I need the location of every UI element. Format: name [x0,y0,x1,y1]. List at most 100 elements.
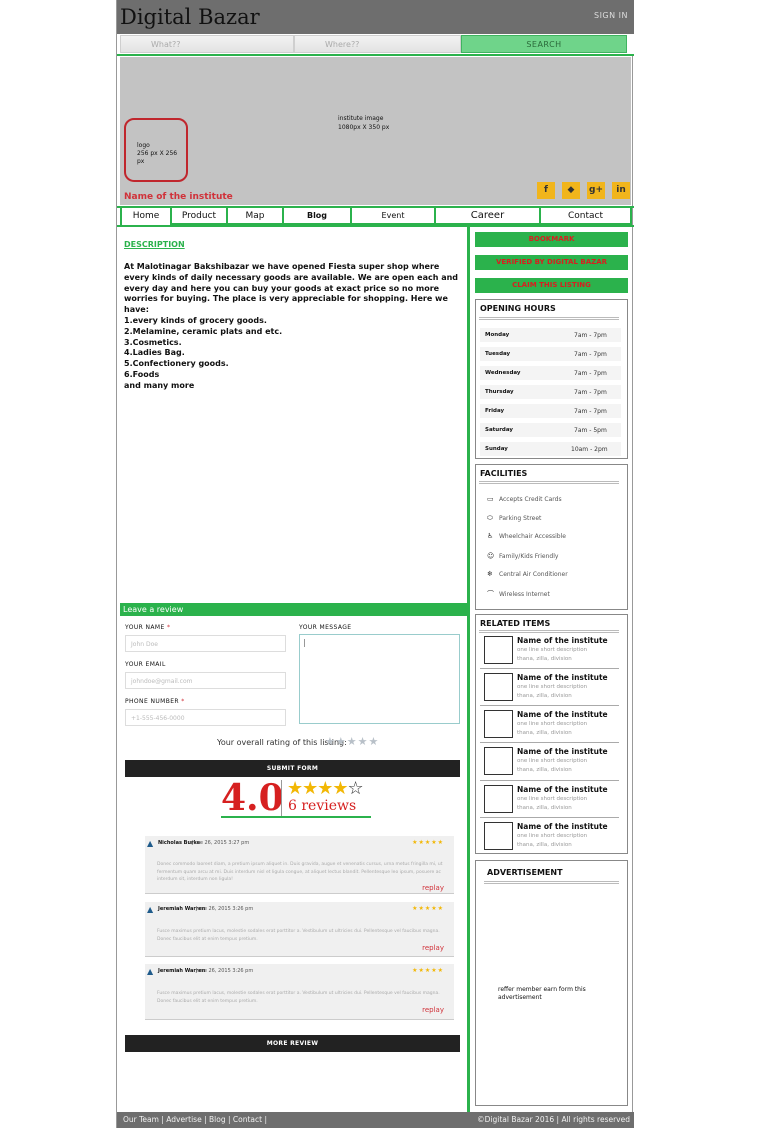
sign-in-link[interactable]: SIGN IN [594,11,628,20]
column-divider [467,227,470,1112]
tab-event[interactable]: Event [350,208,436,225]
related-thumbnail[interactable] [484,710,513,738]
related-items-title: RELATED ITEMS [480,619,551,628]
related-name[interactable]: Name of the institute [517,673,608,682]
phone-label-text: PHONE NUMBER [125,698,179,705]
google-plus-icon[interactable]: g+ [587,182,605,199]
related-location: thana, zilla, division [517,656,572,662]
hours-day: Wednesday [485,370,521,376]
submit-form-button[interactable]: SUBMIT FORM [125,760,460,777]
facebook-icon[interactable]: f [537,182,555,199]
related-divider [480,742,619,743]
tab-contact[interactable]: Contact [539,208,632,225]
email-field[interactable]: johndoe@gmail.com [125,672,286,689]
tab-blog[interactable]: Blog [282,208,352,225]
hours-time: 7am - 5pm [574,427,607,434]
facility-item: ❄ Central Air Conditioner [487,570,568,578]
reply-link[interactable]: replay [422,1006,444,1014]
advertisement-text[interactable]: reffer member earn form this advertiseme… [498,986,627,1002]
phone-label: PHONE NUMBER * [125,698,185,705]
institute-name: Name of the institute [124,192,233,202]
panel-rule [479,630,619,631]
credit-card-icon: ▭ [487,495,494,503]
copyright: ©Digital Bazar 2016 | All rights reserve… [477,1115,630,1124]
message-field[interactable]: | [299,634,460,724]
reply-link[interactable]: replay [422,944,444,952]
bookmark-button[interactable]: BOOKMARK [475,232,628,247]
facilities-title: FACILITIES [480,469,528,478]
related-location: thana, zilla, division [517,767,572,773]
review-text: Fusce maximus pretium lacus, molestie so… [157,991,440,1004]
panel-rule [479,319,619,320]
facility-item: ⌒ Wireless Internet [487,589,550,599]
related-name[interactable]: Name of the institute [517,710,608,719]
reply-link[interactable]: replay [422,884,444,892]
hours-time: 7am - 7pm [574,370,607,377]
description-line: 6.Foods [124,369,160,379]
facilities-panel: FACILITIES ▭ Accepts Credit Cards ⬭ Parkin… [475,464,628,610]
search-button[interactable]: SEARCH [461,35,627,53]
rating-stars-input[interactable]: ★★★★★ [325,735,379,748]
related-desc: one line short description [517,796,588,802]
wifi-icon: ⌒ [487,590,494,598]
related-thumbnail[interactable] [484,636,513,664]
tab-map[interactable]: Map [226,208,284,225]
hours-time: 7am - 7pm [574,389,607,396]
top-bar: Digital Bazar SIGN IN [117,0,634,34]
family-icon: ☺ [487,552,495,560]
phone-field[interactable]: +1-555-456-0000 [125,709,286,726]
footer-link-team[interactable]: Our Team [123,1115,159,1124]
description-line: 5.Confectionery goods. [124,359,229,369]
footer-link-contact[interactable]: Contact [233,1115,262,1124]
brand-logo[interactable]: Digital Bazar [120,5,260,29]
description-text: At Malotinagar Bakshibazar we have opene… [124,262,459,392]
related-thumbnail[interactable] [484,785,513,813]
review-date: June 26, 2015 3:27 pm [192,840,250,846]
panel-rule [479,481,619,482]
banner-caption: institute image 1080px X 350 px [338,114,389,132]
message-label: YOUR MESSAGE [299,624,352,631]
review-item: ▲ Jeremiah Warren June 26, 2015 3:26 pm … [145,964,454,1020]
related-name[interactable]: Name of the institute [517,636,608,645]
description-line: and many more [124,380,195,390]
banner-image-size: 1080px X 350 px [338,124,390,131]
what-input[interactable]: What?? [120,35,294,53]
related-name[interactable]: Name of the institute [517,785,608,794]
related-thumbnail[interactable] [484,747,513,775]
advertisement-title: ADVERTISEMENT [487,868,563,877]
tab-career[interactable]: Career [434,208,541,225]
more-review-button[interactable]: MORE REVIEW [125,1035,460,1052]
related-name[interactable]: Name of the institute [517,747,608,756]
leave-review-header: Leave a review [120,603,468,616]
review-count[interactable]: 6 reviews [288,798,356,814]
related-divider [480,817,619,818]
car-icon: ⬭ [487,514,493,522]
tab-product[interactable]: Product [170,208,228,225]
footer-link-blog[interactable]: Blog [209,1115,226,1124]
hours-day: Thursday [485,389,514,395]
related-thumbnail[interactable] [484,673,513,701]
linkedin-icon[interactable]: in [612,182,630,199]
related-name[interactable]: Name of the institute [517,822,608,831]
tab-home[interactable]: Home [120,208,172,225]
panel-rule [479,317,619,318]
review-date: June 26, 2015 3:26 pm [196,906,254,912]
related-desc: one line short description [517,721,588,727]
facility-label: Accepts Credit Cards [499,496,562,503]
claim-listing-button[interactable]: CLAIM THIS LISTING [475,278,628,293]
related-divider [480,705,619,706]
panel-rule [479,632,619,633]
footer: Our Team | Advertise | Blog | Contact | … [117,1112,634,1128]
name-field[interactable]: John Doe [125,635,286,652]
review-divider [145,893,454,894]
facility-label: Parking Street [499,515,542,522]
twitter-icon[interactable]: ◆ [562,182,580,199]
footer-links: Our Team | Advertise | Blog | Contact | [123,1115,267,1124]
facility-label: Wheelchair Accessible [499,533,566,540]
description-line: 4.Ladies Bag. [124,348,185,358]
related-thumbnail[interactable] [484,822,513,850]
review-stars: ★★★★★ [412,967,444,974]
footer-link-advertise[interactable]: Advertise [166,1115,201,1124]
where-input[interactable]: Where?? [294,35,461,53]
verified-badge[interactable]: VERIFIED BY DIGITAL BAZAR [475,255,628,270]
